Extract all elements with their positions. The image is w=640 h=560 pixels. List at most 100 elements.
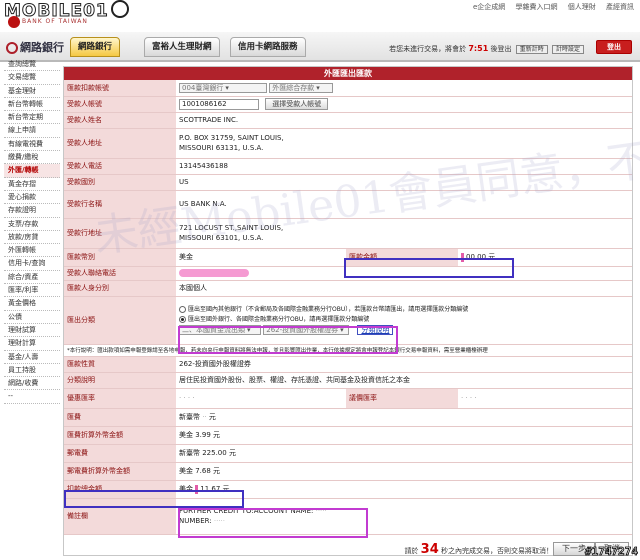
exchange-rate-value: · · · · [458, 388, 632, 409]
payee-address-line: P.O. BOX 31759, SAINT LOUIS, [179, 134, 284, 142]
tab-credit-card[interactable]: 信用卡網路服務 [230, 37, 306, 57]
preferred-rate-label: 優惠匯率 [64, 388, 176, 409]
form-table: 匯款扣款帳號 004臺灣銀行 外匯綜合存款 受款人帳號 1001086162 選… [64, 80, 632, 535]
currency-value: 美金 [176, 248, 346, 267]
fee-fx-label: 匯費折算外幣金額 [64, 426, 176, 445]
sidebar-item[interactable]: 黃金價格 [4, 297, 60, 311]
country-value: US [176, 174, 632, 191]
top-link[interactable]: 個人理財 [568, 3, 596, 11]
payee-name-value: SCOTTRADE INC. [176, 112, 632, 129]
sidebar-item[interactable]: 線上申請 [4, 124, 60, 138]
reset-timer-button[interactable]: 重新計時 [515, 44, 548, 54]
page-title: 外匯匯出匯款 [64, 67, 632, 80]
site-brand: 網路銀行 [6, 39, 64, 55]
session-countdown: 7:51 [468, 44, 489, 53]
currency-label: 匯款幣別 [64, 248, 176, 267]
sidebar-item[interactable]: 外匯轉帳 [4, 244, 60, 258]
total-highlight [64, 490, 244, 508]
sidebar-item[interactable]: 新台幣定期 [4, 111, 60, 125]
category-radio-domestic[interactable] [179, 306, 186, 313]
bank-address-label: 受款行地址 [64, 218, 176, 249]
payee-account-input[interactable]: 1001086162 [179, 98, 259, 110]
bank-address-line: MISSOURI 63101, U.S.A. [179, 234, 264, 242]
identity-value: 本國個人 [176, 280, 632, 297]
identity-label: 匯款人身分別 [64, 280, 176, 297]
category-radio-foreign[interactable] [179, 316, 186, 323]
sidebar-item[interactable]: 綜合/資產 [4, 271, 60, 285]
footer: 請於 34 秒之內完成交易，否則交易將取消！ 下一步 取消 [63, 540, 633, 558]
fee-currency: 新臺幣 [179, 413, 200, 421]
preferred-rate-value: · · · · [176, 388, 346, 409]
smiley-icon [110, 0, 129, 18]
postage-fx-value: 美金 7.68 元 [176, 462, 632, 481]
top-link[interactable]: 學雜費入口網 [516, 3, 558, 11]
transaction-countdown: 請於 34 秒之內完成交易，否則交易將取消！ [404, 542, 553, 557]
sidebar-item[interactable]: 交易總覽 [4, 71, 60, 85]
sidebar-item[interactable]: 愛心捐款 [4, 191, 60, 205]
remark-highlight [178, 508, 368, 538]
sidebar-item[interactable]: 基金/人壽 [4, 351, 60, 364]
category-highlight [178, 326, 398, 354]
category-label: 匯出分類 [64, 296, 176, 345]
sidebar-item[interactable]: 匯率/利率 [4, 284, 60, 298]
remittance-form: 外匯匯出匯款 匯款扣款帳號 004臺灣銀行 外匯綜合存款 受款人帳號 10010… [63, 66, 633, 556]
sidebar-item[interactable]: 新台幣轉帳 [4, 98, 60, 112]
nature-value: 262-投資國外股權證券 [176, 356, 632, 373]
sidebar-item[interactable]: -- [4, 390, 60, 404]
choose-payee-button[interactable]: 選擇受款人帳號 [265, 98, 329, 110]
bank-logo-icon [8, 16, 20, 28]
payee-account-label: 受款人帳號 [64, 96, 176, 113]
timer-setting-button[interactable]: 計時設定 [551, 44, 584, 54]
bank-name-label: 受款行名稱 [64, 190, 176, 219]
sidebar-item[interactable]: 理財計算 [4, 337, 60, 351]
sidebar-item[interactable]: 網路/收費 [4, 377, 60, 391]
sidebar-item[interactable]: 基金理財 [4, 85, 60, 98]
debit-account-select[interactable]: 004臺灣銀行 [179, 82, 267, 93]
sidebar-item[interactable]: 有線電視費 [4, 138, 60, 152]
top-link[interactable]: 產經資訊 [606, 3, 634, 11]
amount-highlight [344, 258, 514, 278]
nature-label: 匯款性質 [64, 356, 176, 373]
payee-phone-value: 13145436188 [176, 158, 632, 175]
contact-phone-label: 受款人聯絡電話 [64, 266, 176, 281]
sidebar-item[interactable]: 外匯/轉帳 [4, 164, 60, 178]
fee-fx-value: 美金 3.99 元 [176, 426, 632, 445]
nav-bar: 網路銀行 網路銀行 富裕人生理財網 信用卡網路服務 若您未進行交易，將會於 7:… [0, 32, 640, 62]
sidebar-item[interactable]: 信用卡/查詢 [4, 257, 60, 271]
bank-ring-icon [6, 42, 18, 54]
sidebar-item[interactable]: 黃金存摺 [4, 178, 60, 191]
logout-button[interactable]: 登出 [596, 40, 632, 54]
sidebar-item[interactable]: 繳費/繳稅 [4, 151, 60, 165]
fee-label: 匯費 [64, 408, 176, 427]
sidebar: 查詢總覽 交易總覽 基金理財 新台幣轉帳 新台幣定期 線上申請 有線電視費 繳費/繳稅 外匯/轉… [4, 58, 60, 556]
sidebar-item[interactable]: 員工持股 [4, 364, 60, 378]
tab-online-banking[interactable]: 網路銀行 [70, 37, 121, 57]
sidebar-item[interactable]: 存款證明 [4, 204, 60, 218]
bank-name: BANK OF TAIWAN [22, 18, 88, 25]
sidebar-item[interactable]: 放款/房貸 [4, 231, 60, 245]
postage-fx-label: 郵電費折算外幣金額 [64, 462, 176, 481]
payee-phone-label: 受款人電話 [64, 158, 176, 175]
countdown-seconds: 34 [420, 542, 439, 557]
sidebar-item[interactable]: 理財試算 [4, 324, 60, 338]
category-option-foreign: 匯出至國外銀行、各國際金融業務分行OBU，請再選擇匯款分類編號 [188, 316, 370, 323]
account-type-select[interactable]: 外匯綜合存款 [269, 82, 334, 93]
sidebar-item[interactable]: 公債 [4, 311, 60, 324]
thread-stamp: #1747274 [585, 545, 639, 559]
top-bar: MOBILE01 BANK OF TAIWAN e企企成網 學雜費入口網 個人理… [0, 0, 640, 32]
sidebar-item[interactable]: 支票/存款 [4, 218, 60, 231]
session-timer: 若您未進行交易，將會於 7:51 後登出 重新計時 計時設定 [389, 44, 584, 54]
redacted-phone [179, 269, 249, 277]
sidebar-item[interactable]: 查詢總覽 [4, 58, 60, 72]
country-label: 受款國別 [64, 174, 176, 191]
top-link[interactable]: e企企成網 [473, 3, 505, 11]
category-option-domestic: 匯出至國內其他銀行（不含郵局及各國際金融業務分行OBU），若匯款台幣請匯出，請用… [188, 306, 469, 313]
postage-value: 新臺幣 225.00 元 [176, 444, 632, 463]
bank-name-value: US BANK N.A. [176, 190, 632, 219]
exchange-rate-label: 議價匯率 [346, 388, 458, 409]
postage-label: 郵電費 [64, 444, 176, 463]
tab-wealth[interactable]: 富裕人生理財網 [144, 37, 220, 57]
fee-unit: 元 [208, 413, 216, 421]
top-links: e企企成網 學雜費入口網 個人理財 產經資訊 [465, 2, 634, 12]
payee-address-label: 受款人地址 [64, 128, 176, 159]
